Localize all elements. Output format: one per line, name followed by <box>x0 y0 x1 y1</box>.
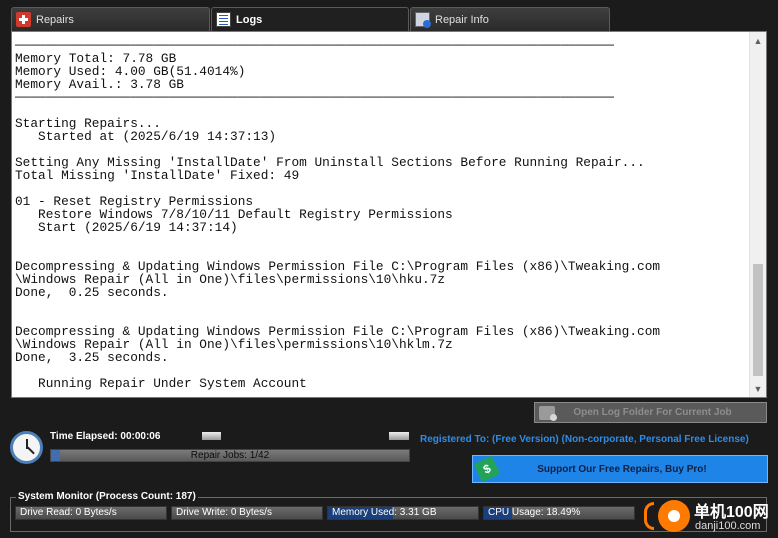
log-line: Start (2025/6/19 14:37:14) <box>15 220 238 235</box>
log-line: ────────────────────────────────────────… <box>15 90 614 105</box>
tab-repair-info-label: Repair Info <box>435 13 489 26</box>
support-button-label: Support Our Free Repairs, Buy Pro! <box>537 463 707 475</box>
tab-logs[interactable]: Logs <box>211 7 409 31</box>
drive-write-meter: Drive Write: 0 Bytes/s <box>171 506 323 520</box>
watermark-text-cn: 单机100网 <box>694 504 769 521</box>
scroll-down-icon[interactable]: ▼ <box>750 380 766 397</box>
tab-logs-label: Logs <box>236 13 263 26</box>
log-panel: ────────────────────────────────────────… <box>11 31 767 398</box>
tab-repairs-label: Repairs <box>36 13 74 26</box>
cpu-usage-meter: CPU Usage: 18.49% <box>483 506 635 520</box>
repairs-plus-icon <box>16 12 31 27</box>
tab-repair-info[interactable]: Repair Info <box>410 7 610 31</box>
tab-repairs[interactable]: Repairs <box>11 7 210 31</box>
money-icon: $ <box>473 455 501 483</box>
registered-to: Registered To: (Free Version) (Non-corpo… <box>420 434 749 445</box>
open-log-folder-button[interactable]: Open Log Folder For Current Job <box>534 402 767 423</box>
watermark-logo-icon <box>658 500 690 532</box>
tab-bar: Repairs Logs Repair Info <box>11 7 611 31</box>
repair-info-icon <box>415 12 431 28</box>
memory-used-meter: Memory Used: 3.31 GB <box>327 506 479 520</box>
clock-icon <box>10 431 43 464</box>
repair-jobs-progress: Repair Jobs: 1/42 <box>50 449 410 462</box>
site-watermark: 单机100网 danji100.com <box>638 496 778 538</box>
folder-icon <box>539 405 557 421</box>
log-line: Done, 3.25 seconds. <box>15 350 169 365</box>
log-line: Done, 0.25 seconds. <box>15 285 169 300</box>
activity-indicator-left <box>202 432 221 440</box>
log-line: Started at (2025/6/19 14:37:13) <box>15 129 277 144</box>
watermark-text-url: danji100.com <box>695 520 761 532</box>
memory-used-label: Memory Used: 3.31 GB <box>332 507 437 518</box>
open-log-folder-label: Open Log Folder For Current Job <box>573 407 732 418</box>
log-scrollbar[interactable]: ▲ ▼ <box>749 32 766 397</box>
drive-read-meter: Drive Read: 0 Bytes/s <box>15 506 167 520</box>
activity-indicator-right <box>389 432 409 440</box>
scroll-up-icon[interactable]: ▲ <box>750 32 766 49</box>
support-buy-pro-button[interactable]: $ Support Our Free Repairs, Buy Pro! <box>472 455 768 483</box>
system-monitor-title: System Monitor (Process Count: 187) <box>16 491 198 502</box>
cpu-usage-label: CPU Usage: 18.49% <box>488 507 581 518</box>
drive-read-label: Drive Read: 0 Bytes/s <box>20 507 117 518</box>
watermark-bracket <box>644 502 654 530</box>
log-output[interactable]: ────────────────────────────────────────… <box>12 32 749 397</box>
log-line: Running Repair Under System Account <box>15 376 307 391</box>
repair-jobs-label: Repair Jobs: 1/42 <box>190 450 270 461</box>
log-line: Total Missing 'InstallDate' Fixed: 49 <box>15 168 300 183</box>
time-elapsed: Time Elapsed: 00:00:06 <box>50 431 161 442</box>
logs-list-icon <box>216 12 231 27</box>
drive-write-label: Drive Write: 0 Bytes/s <box>176 507 272 518</box>
scrollbar-thumb[interactable] <box>753 264 763 376</box>
